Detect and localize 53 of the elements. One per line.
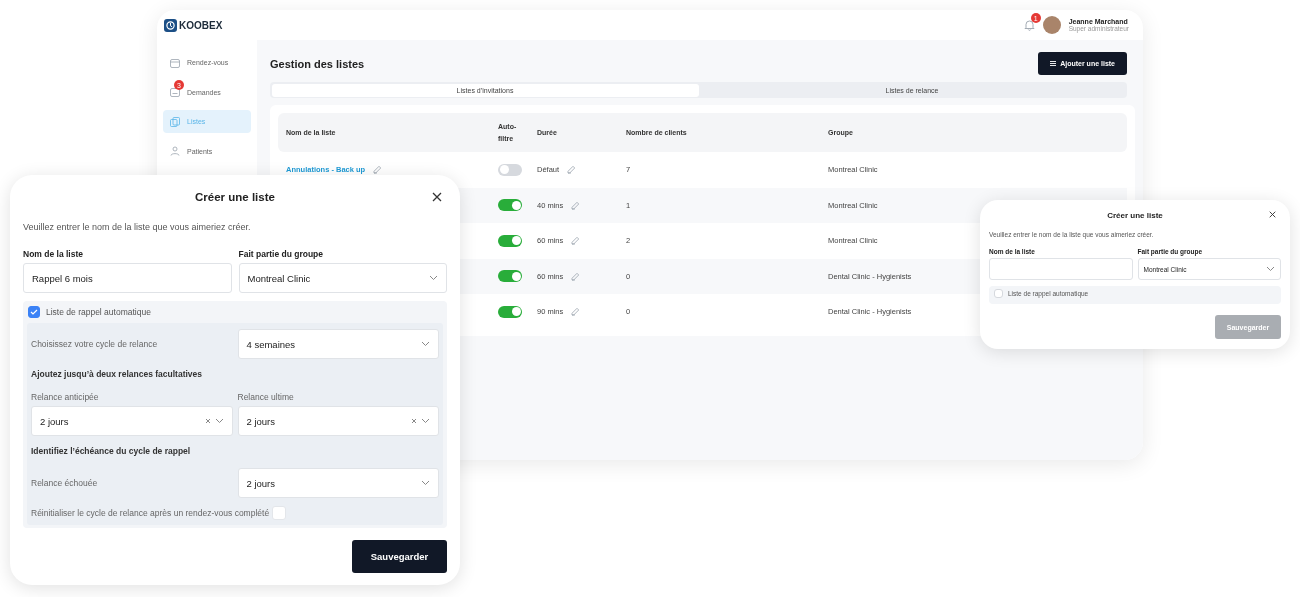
select-field[interactable]: 2 jours: [31, 406, 233, 436]
edit-icon[interactable]: [571, 200, 581, 210]
edit-icon[interactable]: [571, 307, 581, 317]
dialog-description: Veuillez entrer le nom de la liste que vous aimeriez créer.: [23, 221, 252, 233]
edit-icon[interactable]: [571, 271, 581, 281]
toggle-switch[interactable]: [498, 270, 522, 283]
dialog-title: Créer une liste: [1107, 210, 1163, 220]
clear-icon[interactable]: [411, 418, 417, 424]
chevron-down-icon: [421, 341, 430, 347]
field-label: Fait partie du groupe: [238, 248, 325, 260]
select-field[interactable]: Montreal Clinic: [238, 263, 447, 293]
field-label: Choisissez votre cycle de relance: [31, 338, 159, 350]
edit-icon[interactable]: [567, 165, 577, 175]
logo-icon: [164, 18, 177, 32]
checkbox-label: Réinitialiser le cycle de relance après un rendez-vous complété: [31, 507, 270, 519]
chevron-down-icon: [421, 480, 430, 486]
toggle-switch[interactable]: [498, 305, 522, 318]
chevron-down-icon: [429, 275, 438, 281]
calendar-icon: [170, 57, 180, 68]
select-field[interactable]: 2 jours: [237, 406, 439, 436]
field-label: Relance échouée: [31, 477, 99, 489]
field-label: Relance ultime: [237, 392, 295, 403]
checkbox-label: Liste de rappel automatique: [46, 307, 151, 317]
bell-icon[interactable]: [1023, 19, 1035, 31]
page-title: Gestion des listes: [270, 57, 365, 70]
field-label: Nom de la liste: [23, 248, 84, 260]
toggle-switch[interactable]: [498, 199, 522, 212]
documents-icon: [170, 116, 180, 127]
toggle-switch[interactable]: [498, 234, 522, 247]
select-field[interactable]: 4 semaines: [237, 329, 439, 359]
list-icon: [1050, 61, 1057, 66]
input-field[interactable]: [989, 258, 1133, 280]
select-field[interactable]: 2 jours: [237, 468, 439, 498]
dialog-title: Créer une liste: [195, 191, 275, 203]
chevron-down-icon: [1266, 266, 1275, 272]
chevron-down-icon: [421, 418, 430, 424]
checkbox[interactable]: [28, 306, 40, 318]
toggle-switch[interactable]: [498, 163, 522, 176]
logo-text: KOOBEX: [179, 19, 223, 31]
close-icon[interactable]: [432, 192, 442, 202]
avatar[interactable]: [1042, 16, 1061, 34]
edit-icon[interactable]: [571, 236, 581, 246]
people-icon: [170, 146, 180, 156]
edit-icon[interactable]: [373, 165, 383, 175]
input-field[interactable]: Rappel 6 mois: [23, 263, 232, 293]
save-button[interactable]: Sauvegarder: [352, 540, 447, 573]
close-icon[interactable]: [1269, 211, 1276, 218]
section-heading: Identifiez l’échéance du cycle de rappel: [31, 446, 192, 457]
calendar-icon: [170, 87, 180, 97]
clear-icon[interactable]: [204, 418, 211, 424]
field-label: Relance anticipée: [31, 392, 100, 403]
section-heading: Ajoutez jusqu’à deux relances facultatives: [31, 369, 203, 380]
chevron-down-icon: [214, 418, 224, 424]
